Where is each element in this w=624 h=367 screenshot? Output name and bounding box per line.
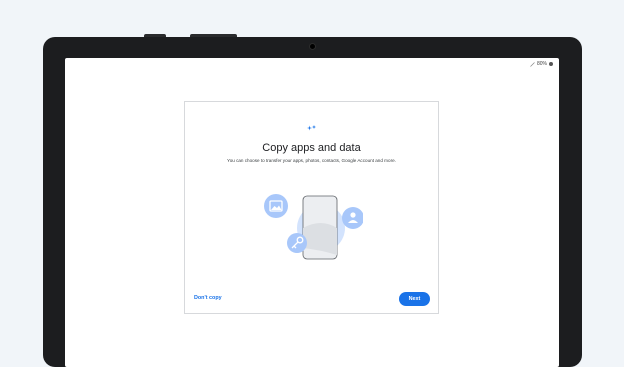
copy-apps-dialog: Copy apps and data You can choose to tra…	[184, 101, 439, 314]
status-bar: 80%	[530, 60, 553, 68]
dont-copy-button[interactable]: Don't copy	[194, 295, 222, 301]
battery-text: 80%	[536, 61, 547, 67]
next-button[interactable]: Next	[399, 292, 430, 306]
dialog-title: Copy apps and data	[262, 142, 361, 154]
person-icon	[342, 207, 363, 229]
dialog-subtitle: You can choose to transfer your apps, ph…	[227, 158, 396, 163]
battery-icon	[549, 62, 553, 66]
volume-button	[144, 34, 166, 37]
key-icon	[287, 233, 307, 253]
power-button	[190, 34, 237, 37]
tablet-screen: 80% Copy apps and data You can choose to…	[65, 58, 559, 367]
signal-icon	[530, 61, 535, 67]
front-camera	[309, 43, 316, 50]
tablet-device: 80% Copy apps and data You can choose to…	[43, 34, 582, 367]
image-icon	[264, 194, 288, 218]
transfer-illustration	[264, 194, 363, 260]
sparkle-transfer-icon	[307, 125, 316, 131]
